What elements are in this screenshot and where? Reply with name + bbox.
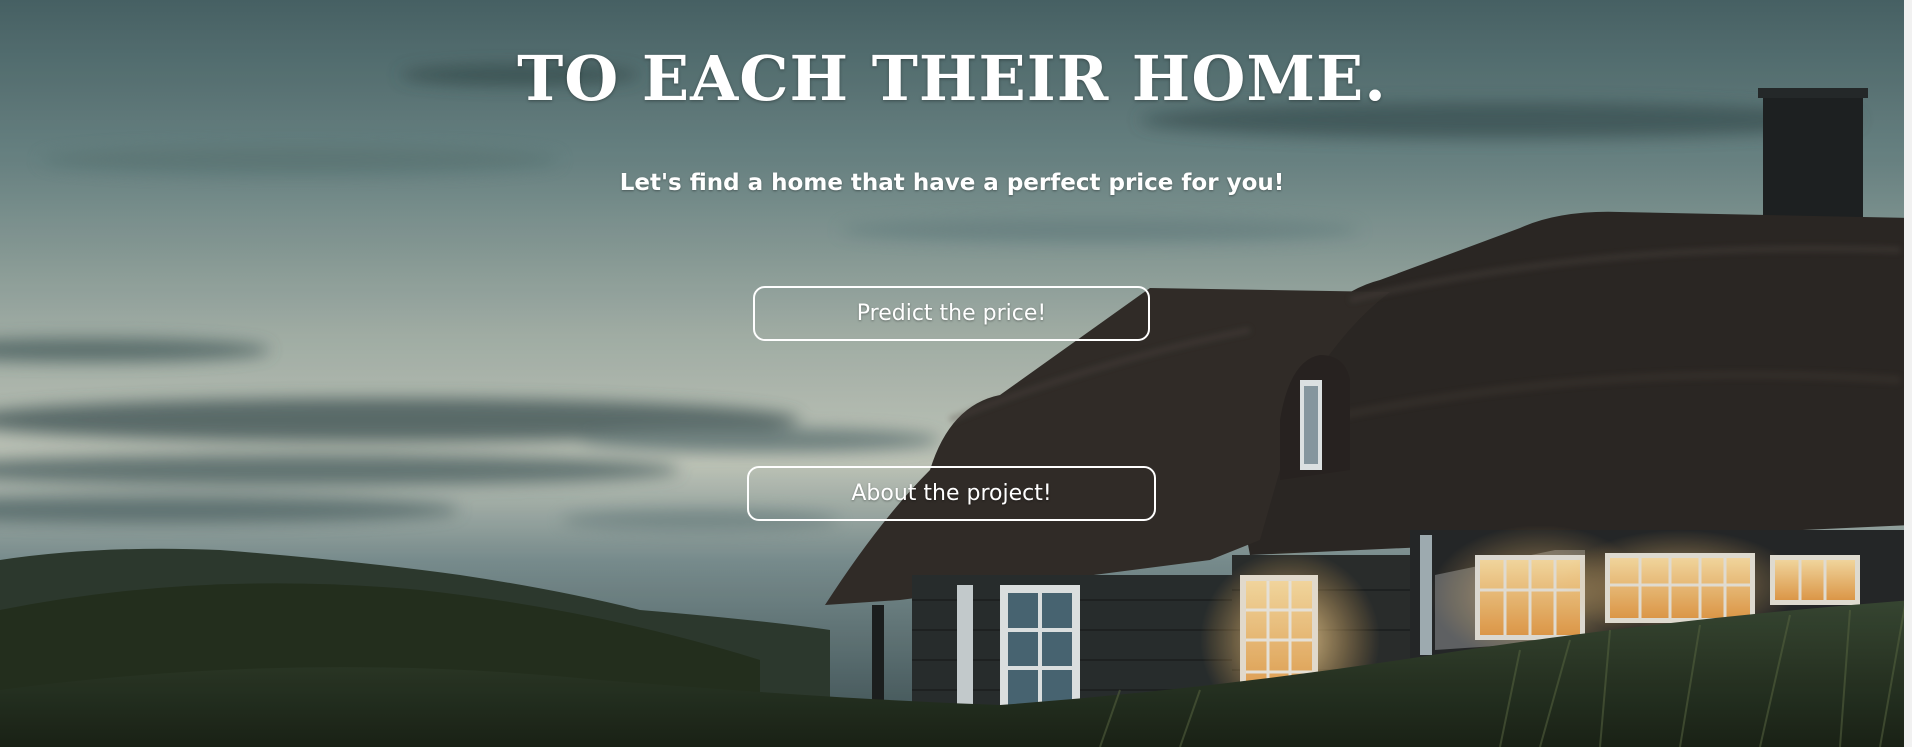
predict-price-button[interactable]: Predict the price! — [753, 286, 1150, 341]
about-project-button-label: About the project! — [851, 481, 1052, 506]
predict-price-button-label: Predict the price! — [856, 301, 1047, 326]
page-subtitle: Let's find a home that have a perfect pr… — [619, 170, 1285, 196]
hero-section: TO EACH THEIR HOME. Let's find a home th… — [0, 0, 1912, 747]
about-project-button[interactable]: About the project! — [747, 466, 1156, 521]
page-scrollbar[interactable] — [1904, 0, 1912, 747]
page-title: TO EACH THEIR HOME. — [517, 42, 1387, 115]
